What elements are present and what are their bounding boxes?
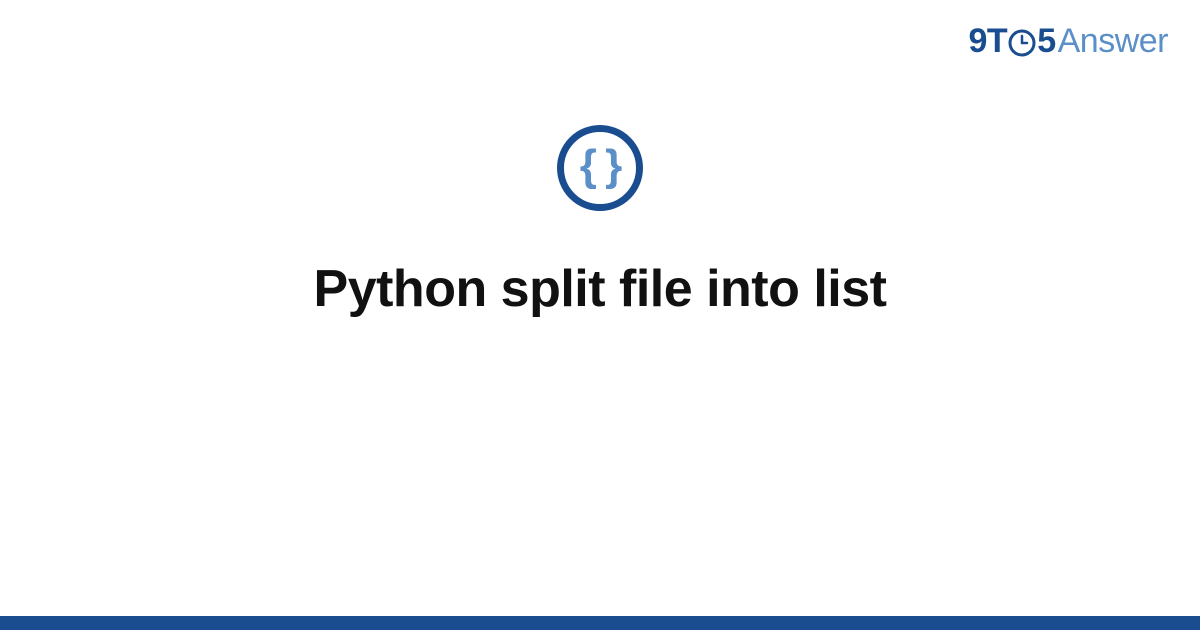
category-badge: { } [557, 125, 643, 211]
footer-accent-bar [0, 616, 1200, 630]
site-logo[interactable]: 9T 5 Answer [969, 22, 1168, 61]
logo-text-9t: 9T [969, 22, 1008, 61]
logo-text-5: 5 [1037, 22, 1055, 61]
logo-text-answer: Answer [1058, 22, 1168, 61]
page-title: Python split file into list [314, 259, 887, 319]
code-braces-icon: { } [580, 144, 620, 188]
clock-icon [1008, 29, 1036, 57]
hero-block: { } Python split file into list [0, 125, 1200, 319]
